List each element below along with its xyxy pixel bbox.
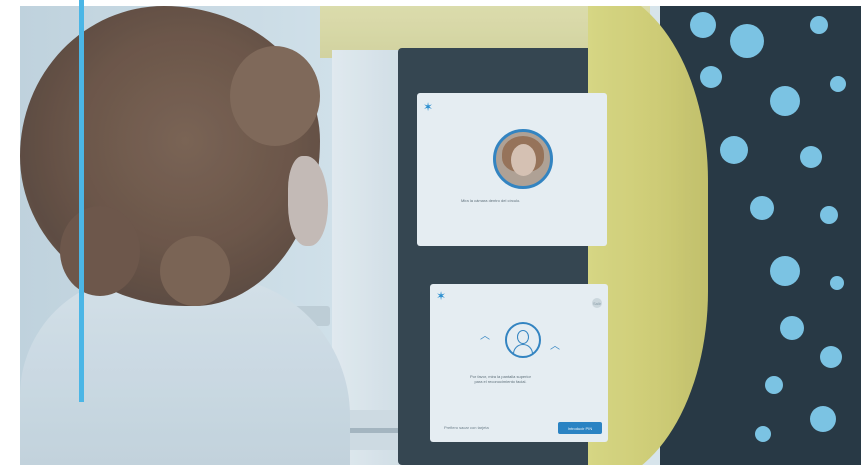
decor-dot bbox=[750, 196, 774, 220]
avatar-head bbox=[517, 330, 529, 344]
card-option-link[interactable]: Prefiero sacar con tarjeta bbox=[444, 425, 489, 430]
enter-pin-button[interactable]: Introducir PIN bbox=[558, 422, 602, 434]
exit-button[interactable]: Salir bbox=[592, 298, 602, 308]
star-logo-icon: ✶ bbox=[436, 289, 447, 303]
decor-dot bbox=[700, 66, 722, 88]
portrait-face bbox=[511, 144, 536, 176]
decor-dot bbox=[810, 16, 828, 34]
caption-line-2: para el reconocimiento facial. bbox=[474, 379, 527, 384]
top-screen: ✶ Mira la cámara dentro del círculo. bbox=[417, 93, 607, 246]
star-logo-icon: ✶ bbox=[423, 100, 434, 114]
decor-dot bbox=[820, 206, 838, 224]
decor-dot bbox=[820, 346, 842, 368]
decor-dot bbox=[730, 24, 764, 58]
decor-dot bbox=[830, 276, 844, 290]
decor-dot bbox=[770, 256, 800, 286]
bottom-screen-caption: Por favor, mira la pantalla superior par… bbox=[470, 374, 531, 384]
face-avatar-icon bbox=[505, 322, 541, 358]
photo-scene: ✶ Mira la cámara dentro del círculo. ✶ S… bbox=[0, 0, 861, 465]
chevron-up-icon: ︿ bbox=[480, 331, 490, 342]
hair-curl bbox=[160, 236, 230, 306]
hair-curl bbox=[230, 46, 320, 146]
bottom-screen: ✶ Salir ︿ ︿ Por favor, mira la pantalla … bbox=[430, 284, 608, 442]
decor-dot bbox=[690, 12, 716, 38]
tray-slot bbox=[348, 428, 402, 433]
chevron-up-icon: ︿ bbox=[550, 341, 560, 352]
decor-dot bbox=[720, 136, 748, 164]
decor-dot bbox=[830, 76, 846, 92]
top-screen-caption: Mira la cámara dentro del círculo. bbox=[461, 198, 521, 203]
atm-photo: ✶ Mira la cámara dentro del círculo. ✶ S… bbox=[20, 6, 861, 465]
hair-curl bbox=[60, 206, 140, 296]
decor-dot bbox=[755, 426, 771, 442]
decor-dot bbox=[810, 406, 836, 432]
decor-dot bbox=[780, 316, 804, 340]
face-camera-preview bbox=[493, 129, 553, 189]
decor-dot bbox=[800, 146, 822, 168]
accent-bar bbox=[79, 0, 84, 402]
decor-dot bbox=[770, 86, 800, 116]
decor-dot bbox=[765, 376, 783, 394]
avatar-body bbox=[513, 344, 533, 354]
